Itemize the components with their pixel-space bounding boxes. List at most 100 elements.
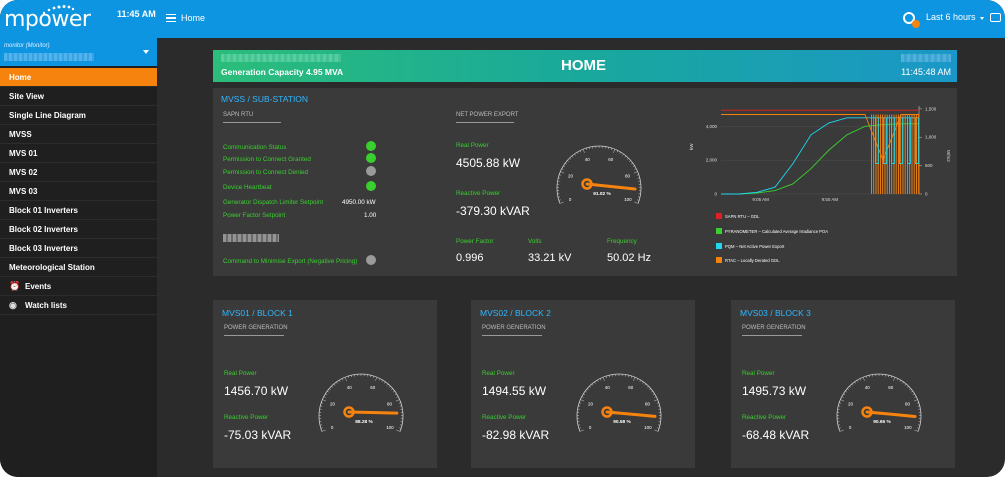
gauge-tick xyxy=(559,174,562,176)
menu-icon[interactable] xyxy=(166,14,176,22)
block-gauge: 0 20 40 60 80 100 90.58 % xyxy=(576,373,662,432)
gauge-tick xyxy=(386,383,389,386)
y2-tick-label: 1,000 xyxy=(925,135,937,140)
gauge-tick-label: 100 xyxy=(644,425,652,430)
divider xyxy=(223,122,281,123)
status-label: Permission to Connect Denied xyxy=(223,169,309,176)
real-power-value: 1495.73 kW xyxy=(742,384,807,398)
gauge-tick xyxy=(381,379,384,382)
gauge-tick xyxy=(589,385,592,388)
gauge-tick xyxy=(347,375,349,379)
sidebar-item-watch-lists[interactable]: ◉ Watch lists xyxy=(0,296,157,315)
gauge-tick xyxy=(561,168,564,170)
reactive-power-value: -68.48 kVAR xyxy=(742,428,810,442)
gauge-tick xyxy=(906,385,909,388)
gauge-tick-label: 60 xyxy=(628,385,634,390)
mvss-panel: MVSS / SUB-STATION SAPN RTU NET POWER EX… xyxy=(213,88,957,276)
gauge-tick xyxy=(579,429,584,432)
sidebar-item-block02-inverters[interactable]: Block 02 Inverters xyxy=(0,220,157,239)
gauge-tick xyxy=(344,377,347,381)
real-power-value: 1456.70 kW xyxy=(224,384,289,398)
gauge-tick xyxy=(637,199,640,201)
gauge-tick xyxy=(375,377,378,381)
gauge-tick xyxy=(581,396,584,398)
power-trend-chart: 0 2,000 4,000 0 500 1,000 1,500 9:05 AM 9:50 AM k… xyxy=(689,106,951,202)
gauge-tick xyxy=(865,375,867,379)
sidebar-item-mvs03[interactable]: MVS 03 xyxy=(0,182,157,201)
gauge-tick-label: 80 xyxy=(905,401,911,406)
sidebar-item-label: Block 01 Inverters xyxy=(9,206,78,215)
gauge-tick xyxy=(587,388,589,391)
home-banner: Generation Capacity 4.95 MVA HOME 11:45:… xyxy=(213,50,957,82)
sidebar-item-meteorological-station[interactable]: Meteorological Station xyxy=(0,258,157,277)
y2-tick-label: 500 xyxy=(925,163,933,168)
sidebar-item-label: MVS 02 xyxy=(9,168,38,177)
sidebar-item-events[interactable]: ⏰ Events xyxy=(0,277,157,296)
gauge-tick xyxy=(651,390,653,393)
y-tick-label: 2,000 xyxy=(706,158,718,163)
gauge-tick xyxy=(399,427,402,429)
logo: mpower 11:45 AM xyxy=(0,0,157,38)
gauge-tick xyxy=(854,381,856,384)
display-icon[interactable] xyxy=(990,13,1001,22)
gauge-tick xyxy=(396,429,401,432)
gauge-value-label: 90.58 % xyxy=(613,419,631,425)
gauge-tick xyxy=(576,151,579,154)
sidebar-item-home[interactable]: Home xyxy=(0,68,157,87)
chevron-down-icon[interactable] xyxy=(980,17,984,20)
gauge-tick xyxy=(624,155,627,158)
legend-swatch xyxy=(716,243,722,249)
sidebar-item-block03-inverters[interactable]: Block 03 Inverters xyxy=(0,239,157,258)
legend-label: RTAC – Locally Derated GDL xyxy=(725,258,780,263)
sidebar-item-label: MVS 03 xyxy=(9,187,38,196)
gauge-tick xyxy=(585,390,587,393)
legend-swatch xyxy=(716,257,722,263)
gauge-value-label: 88.28 % xyxy=(355,419,373,425)
gauge-tick-label: 0 xyxy=(569,197,572,202)
gauge-tick-label: 80 xyxy=(625,173,631,178)
legend-label: SAPN RTU – GDL xyxy=(725,214,760,219)
sidebar-item-mvss[interactable]: MVSS xyxy=(0,125,157,144)
divider xyxy=(742,335,802,336)
status-indicator xyxy=(366,181,376,191)
sidebar-item-block01-inverters[interactable]: Block 01 Inverters xyxy=(0,201,157,220)
reactive-power-label: Reactive Power xyxy=(224,414,269,421)
legend-swatch xyxy=(716,213,722,219)
setpoint-label: Generator Dispatch Limiter Setpoint xyxy=(223,199,324,206)
gauge-tick-label: 20 xyxy=(330,401,336,406)
gauge-tick xyxy=(636,174,639,176)
user-name: monitor (Monitor) xyxy=(4,43,50,49)
gauge-tick xyxy=(393,390,395,393)
gauge-tick-label: 80 xyxy=(645,401,651,406)
gauge-tick xyxy=(912,393,915,396)
sidebar-item-mvs01[interactable]: MVS 01 xyxy=(0,144,157,163)
sidebar-nav: Home Site View Single Line Diagram MVSS … xyxy=(0,68,157,315)
page-title: Home xyxy=(181,13,206,23)
chevron-down-icon[interactable] xyxy=(143,50,149,54)
gauge-tick xyxy=(331,385,334,388)
sidebar-item-site-view[interactable]: Site View xyxy=(0,87,157,106)
gauge-tick xyxy=(341,378,344,381)
status-label: Permission to Connect Granted xyxy=(223,156,311,163)
gauge-tick xyxy=(384,381,386,384)
status-indicator xyxy=(366,141,376,151)
gauge-tick xyxy=(605,375,607,379)
user-selector[interactable]: monitor (Monitor) xyxy=(0,38,157,66)
gauge-tick xyxy=(602,377,605,381)
block-subtitle: POWER GENERATION xyxy=(742,325,806,331)
sidebar-item-mvs02[interactable]: MVS 02 xyxy=(0,163,157,182)
gauge-tick xyxy=(911,390,913,393)
gauge-tick xyxy=(574,153,576,156)
gauge-tick-label: 100 xyxy=(386,425,394,430)
gauge-tick xyxy=(634,201,639,204)
sidebar-item-label: MVS 01 xyxy=(9,149,38,158)
gauge-tick xyxy=(654,429,659,432)
gauge-tick xyxy=(899,379,902,382)
gauge-tick xyxy=(613,149,616,153)
gauge-tick xyxy=(634,168,637,170)
gauge-tick xyxy=(839,402,842,404)
gauge-tick xyxy=(856,379,859,382)
time-range-picker[interactable]: Last 6 hours xyxy=(926,12,976,22)
sidebar-item-single-line-diagram[interactable]: Single Line Diagram xyxy=(0,106,157,125)
real-power-label: Real Power xyxy=(482,370,515,377)
